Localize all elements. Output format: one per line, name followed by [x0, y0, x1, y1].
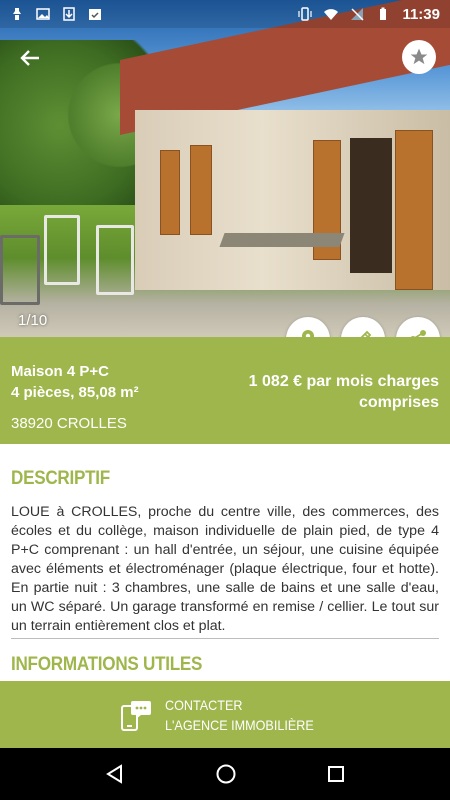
contact-line-2: L'AGENCE IMMOBILIÈRE — [165, 716, 315, 733]
contact-agency-button[interactable]: CONTACTER L'AGENCE IMMOBILIÈRE — [0, 681, 450, 748]
back-button[interactable] — [14, 42, 46, 74]
listing-photo[interactable] — [0, 0, 450, 337]
status-bar: 11:39 — [0, 0, 450, 28]
contact-label: CONTACTER L'AGENCE IMMOBILIÈRE — [165, 695, 314, 735]
property-price: 1 082 € par mois charges comprises — [248, 373, 439, 411]
clipboard-check-icon — [89, 9, 101, 20]
status-right-icons: 11:39 — [298, 6, 440, 23]
listing-summary: Maison 4 P+C 4 pièces, 85,08 m² 38920 CR… — [0, 337, 450, 444]
contact-line-1: CONTACTER — [165, 696, 243, 713]
photo-chair — [44, 215, 80, 285]
photo-shutter — [190, 145, 212, 235]
useful-info-title: INFORMATIONS UTILES — [11, 654, 203, 675]
photo-shutter — [395, 130, 433, 290]
photo-chair — [0, 235, 40, 305]
property-type: Maison 4 P+C — [11, 363, 109, 380]
status-left-icons — [10, 7, 102, 21]
rooms-area: 4 pièces, 85,08 m² — [11, 384, 139, 401]
battery-icon — [380, 7, 387, 20]
arrow-left-icon — [20, 50, 39, 66]
status-time: 11:39 — [402, 5, 440, 23]
description-title: DESCRIPTIF — [11, 468, 110, 489]
system-nav-bar — [0, 748, 450, 800]
nav-home-icon[interactable] — [215, 763, 237, 785]
no-sim-icon — [351, 8, 364, 21]
photo-counter: 1/10 — [18, 312, 48, 329]
image-icon — [36, 8, 50, 20]
phone-chat-icon — [121, 700, 152, 731]
notification-icon — [13, 8, 21, 20]
photo-shutter — [160, 150, 180, 235]
description-text: LOUE à CROLLES, proche du centre ville, … — [11, 504, 439, 634]
property-location: 38920 CROLLES — [11, 415, 127, 432]
download-icon — [63, 7, 75, 21]
photo-door — [350, 138, 392, 273]
vibrate-icon — [298, 7, 313, 21]
star-icon — [410, 48, 428, 65]
photo-garden-table — [219, 233, 345, 247]
favorite-button[interactable] — [402, 40, 436, 74]
section-divider — [11, 638, 439, 639]
photo-chair — [96, 225, 134, 295]
nav-back-icon[interactable] — [104, 763, 126, 785]
nav-recents-icon[interactable] — [326, 764, 346, 784]
wifi-icon — [324, 9, 339, 20]
